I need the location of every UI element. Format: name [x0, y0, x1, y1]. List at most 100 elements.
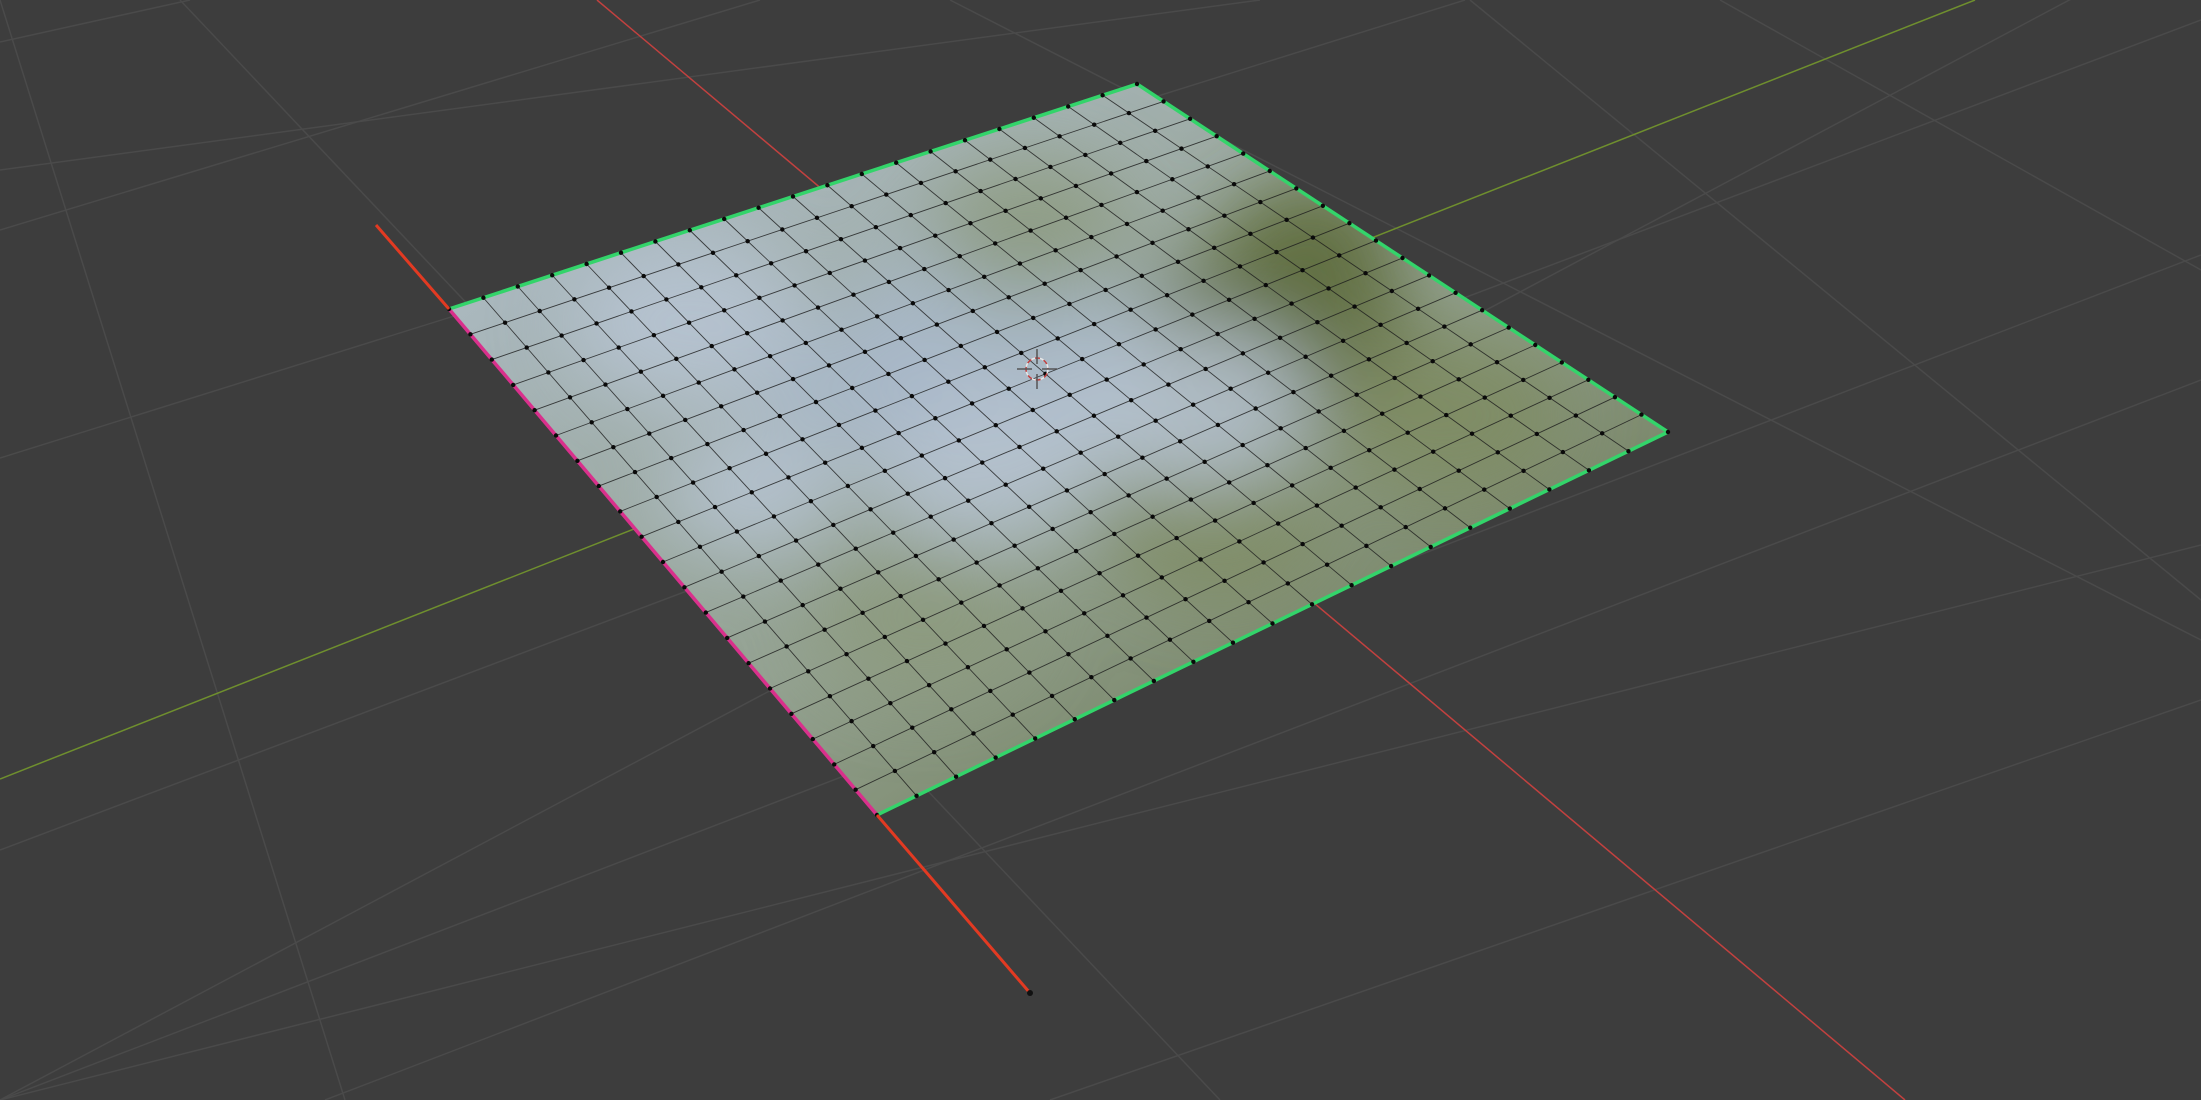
- mesh-vertex[interactable]: [953, 774, 959, 779]
- mesh-vertex[interactable]: [1072, 717, 1077, 722]
- mesh-vertex[interactable]: [654, 494, 659, 500]
- mesh-vertex[interactable]: [1212, 245, 1217, 251]
- mesh-vertex[interactable]: [786, 475, 791, 480]
- mesh-vertex[interactable]: [851, 292, 856, 297]
- mesh-vertex[interactable]: [1240, 442, 1245, 448]
- mesh-vertex[interactable]: [1164, 476, 1169, 481]
- mesh-vertex[interactable]: [725, 635, 730, 641]
- mesh-vertex[interactable]: [1400, 255, 1405, 261]
- mesh-vertex[interactable]: [826, 363, 832, 368]
- mesh-vertex[interactable]: [959, 600, 964, 605]
- mesh-vertex[interactable]: [1252, 316, 1257, 321]
- mesh-vertex[interactable]: [1188, 497, 1194, 502]
- mesh-vertex[interactable]: [849, 204, 854, 209]
- mesh-vertex[interactable]: [875, 570, 881, 575]
- mesh-vertex[interactable]: [1150, 240, 1155, 246]
- mesh-vertex[interactable]: [1300, 541, 1305, 547]
- mesh-vertex[interactable]: [1263, 282, 1268, 288]
- mesh-vertex[interactable]: [956, 438, 961, 443]
- mesh-vertex[interactable]: [746, 661, 751, 666]
- mesh-vertex[interactable]: [874, 314, 880, 319]
- mesh-vertex[interactable]: [537, 308, 542, 314]
- mesh-vertex[interactable]: [709, 343, 714, 349]
- mesh-vertex[interactable]: [603, 382, 608, 387]
- mesh-vertex[interactable]: [1097, 571, 1102, 576]
- mesh-vertex[interactable]: [1364, 543, 1369, 549]
- mesh-vertex[interactable]: [928, 149, 933, 154]
- mesh-vertex[interactable]: [969, 401, 975, 406]
- mesh-vertex[interactable]: [1043, 629, 1048, 634]
- mesh-vertex[interactable]: [1019, 350, 1024, 356]
- mesh-vertex[interactable]: [502, 320, 508, 325]
- mesh-vertex[interactable]: [993, 423, 998, 428]
- mesh-vertex[interactable]: [910, 725, 915, 730]
- mesh-vertex[interactable]: [810, 736, 815, 742]
- mesh-vertex[interactable]: [922, 357, 927, 363]
- mesh-vertex[interactable]: [1444, 412, 1449, 418]
- mesh-vertex[interactable]: [862, 258, 868, 263]
- mesh-vertex[interactable]: [697, 544, 703, 549]
- mesh-vertex[interactable]: [524, 345, 529, 350]
- mesh-vertex[interactable]: [712, 504, 718, 510]
- mesh-vertex[interactable]: [831, 522, 836, 528]
- mesh-vertex[interactable]: [710, 250, 716, 255]
- mesh-vertex[interactable]: [1353, 485, 1358, 490]
- mesh-vertex[interactable]: [1038, 196, 1043, 201]
- mesh-vertex[interactable]: [792, 283, 797, 288]
- mesh-vertex[interactable]: [1012, 543, 1017, 548]
- mesh-vertex[interactable]: [936, 577, 941, 582]
- mesh-vertex[interactable]: [989, 521, 994, 526]
- mesh-vertex[interactable]: [808, 499, 814, 504]
- mesh-vertex[interactable]: [572, 297, 577, 302]
- mesh-vertex[interactable]: [1114, 254, 1119, 259]
- mesh-vertex[interactable]: [1187, 116, 1193, 122]
- mesh-vertex[interactable]: [1354, 392, 1359, 397]
- mesh-vertex[interactable]: [1150, 514, 1155, 519]
- mesh-vertex[interactable]: [1507, 506, 1513, 511]
- mesh-vertex[interactable]: [1166, 382, 1171, 387]
- mesh-vertex[interactable]: [1251, 500, 1256, 506]
- mesh-vertex[interactable]: [953, 169, 958, 174]
- mesh-vertex[interactable]: [803, 340, 809, 346]
- mesh-vertex[interactable]: [699, 285, 704, 290]
- mesh-vertex[interactable]: [1135, 553, 1141, 558]
- mesh-vertex[interactable]: [1482, 395, 1487, 400]
- mesh-vertex[interactable]: [1010, 712, 1015, 717]
- mesh-vertex[interactable]: [866, 676, 871, 681]
- mesh-vertex[interactable]: [1124, 221, 1130, 227]
- mesh-vertex[interactable]: [1378, 322, 1383, 327]
- mesh-vertex[interactable]: [1092, 122, 1097, 127]
- mesh-vertex[interactable]: [992, 241, 998, 246]
- mesh-vertex[interactable]: [1388, 563, 1394, 569]
- mesh-vertex[interactable]: [1341, 428, 1347, 434]
- mesh-vertex[interactable]: [1586, 377, 1591, 382]
- mesh-vertex[interactable]: [1222, 213, 1227, 218]
- mesh-vertex[interactable]: [1559, 360, 1565, 365]
- mesh-vertex[interactable]: [1482, 487, 1487, 492]
- mesh-vertex[interactable]: [914, 793, 919, 799]
- mesh-vertex[interactable]: [780, 227, 785, 232]
- mesh-vertex[interactable]: [1205, 164, 1210, 169]
- mesh-vertex[interactable]: [575, 458, 580, 463]
- mesh-vertex[interactable]: [1179, 146, 1184, 151]
- mesh-vertex[interactable]: [767, 686, 773, 691]
- mesh-vertex[interactable]: [1134, 189, 1140, 195]
- mesh-vertex[interactable]: [784, 644, 789, 649]
- mesh-vertex[interactable]: [1064, 488, 1070, 493]
- mesh-vertex[interactable]: [1115, 434, 1121, 439]
- mesh-vertex[interactable]: [884, 192, 889, 197]
- mesh-vertex[interactable]: [1082, 611, 1087, 616]
- mesh-vertex[interactable]: [638, 369, 644, 374]
- mesh-vertex[interactable]: [1073, 183, 1079, 189]
- mesh-vertex[interactable]: [696, 380, 701, 385]
- mesh-vertex[interactable]: [727, 465, 732, 471]
- mesh-vertex[interactable]: [832, 762, 837, 767]
- mesh-vertex[interactable]: [982, 274, 987, 279]
- mesh-vertex[interactable]: [1190, 402, 1196, 407]
- mesh-vertex[interactable]: [1426, 273, 1432, 278]
- mesh-vertex[interactable]: [1665, 429, 1671, 435]
- mesh-vertex[interactable]: [1100, 93, 1105, 98]
- mesh-vertex[interactable]: [744, 331, 750, 336]
- mesh-vertex[interactable]: [1022, 145, 1028, 151]
- mesh-vertex[interactable]: [1067, 392, 1072, 397]
